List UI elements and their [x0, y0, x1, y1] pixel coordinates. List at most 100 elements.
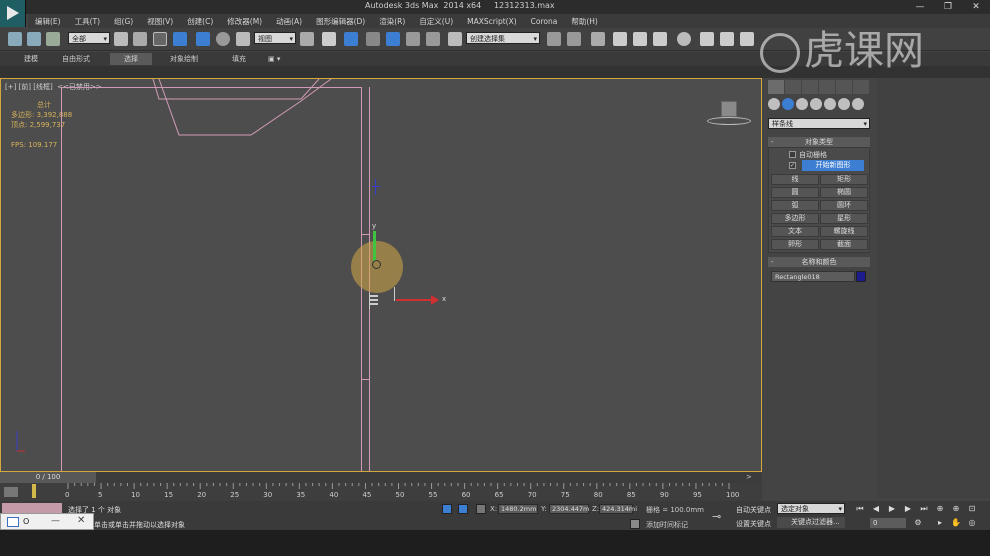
- pan-view-icon[interactable]: ✋: [950, 518, 962, 528]
- add-time-tag-button[interactable]: 添加时间标记: [646, 520, 688, 530]
- scale-icon[interactable]: [236, 32, 250, 46]
- move-icon[interactable]: [196, 32, 210, 46]
- named-selection-dropdown[interactable]: 创建选择集: [466, 32, 540, 45]
- window-crossing-icon[interactable]: [173, 32, 187, 46]
- keyboard-shortcut-toggle-icon[interactable]: [344, 32, 358, 46]
- next-frame-icon[interactable]: ▶: [902, 504, 914, 514]
- circle-button[interactable]: 圆: [771, 187, 819, 198]
- isolate-selection-icon[interactable]: [442, 504, 452, 514]
- key-selection-dropdown[interactable]: 选定对象: [777, 503, 845, 515]
- hierarchy-tab-icon[interactable]: [802, 80, 818, 94]
- snaps-toggle-icon[interactable]: [366, 32, 380, 46]
- tab-object-paint[interactable]: 对象绘制: [164, 53, 204, 65]
- shapes-icon[interactable]: [782, 98, 794, 110]
- lights-icon[interactable]: [796, 98, 808, 110]
- name-color-rollout-header[interactable]: - 名称和颜色: [768, 257, 870, 267]
- curve-editor-icon[interactable]: [633, 32, 647, 46]
- menu-group[interactable]: 组(G): [107, 16, 140, 27]
- time-slider-thumb[interactable]: 0 / 100: [0, 472, 96, 483]
- select-by-name-icon[interactable]: [133, 32, 147, 46]
- ribbon-options-icon[interactable]: ▣ ▾: [262, 53, 286, 65]
- viewcube-cube-icon[interactable]: [721, 101, 737, 117]
- menu-corona[interactable]: Corona: [524, 17, 565, 26]
- percent-snap-icon[interactable]: [406, 32, 420, 46]
- edit-named-sets-icon[interactable]: [448, 32, 462, 46]
- menu-views[interactable]: 视图(V): [140, 16, 180, 27]
- motion-tab-icon[interactable]: [819, 80, 835, 94]
- modify-tab-icon[interactable]: [785, 80, 801, 94]
- orbit-icon[interactable]: ◎: [966, 518, 978, 528]
- select-link-icon[interactable]: [8, 32, 22, 46]
- graphite-toggle-icon[interactable]: [613, 32, 627, 46]
- helpers-icon[interactable]: [824, 98, 836, 110]
- play-icon[interactable]: ▶: [886, 504, 898, 514]
- render-setup-icon[interactable]: [700, 32, 714, 46]
- object-type-rollout-header[interactable]: - 对象类型: [768, 137, 870, 147]
- menu-edit[interactable]: 编辑(E): [28, 16, 68, 27]
- display-tab-icon[interactable]: [836, 80, 852, 94]
- zoom-extents-icon[interactable]: ⊡: [966, 504, 978, 514]
- gizmo-y-axis[interactable]: [373, 231, 376, 261]
- go-to-end-icon[interactable]: ⏭: [918, 504, 930, 514]
- floating-window[interactable]: O — ✕: [0, 513, 94, 530]
- mirror-icon[interactable]: [547, 32, 561, 46]
- tab-selection[interactable]: 选择: [110, 53, 152, 65]
- select-object-icon[interactable]: [114, 32, 128, 46]
- geometry-icon[interactable]: [768, 98, 780, 110]
- menu-animation[interactable]: 动画(A): [269, 16, 309, 27]
- gizmo-x-axis[interactable]: [396, 295, 439, 305]
- floating-minimize-icon[interactable]: —: [51, 516, 60, 526]
- viewcube[interactable]: [707, 101, 751, 129]
- text-button[interactable]: 文本: [771, 226, 819, 237]
- rectangle-button[interactable]: 矩形: [820, 174, 868, 185]
- create-tab-icon[interactable]: [768, 80, 784, 94]
- start-new-shape-button[interactable]: 开始新图形: [802, 160, 864, 171]
- menu-graph-editors[interactable]: 图形编辑器(D): [309, 16, 372, 27]
- layer-manager-icon[interactable]: [591, 32, 605, 46]
- rotate-icon[interactable]: [216, 32, 230, 46]
- selection-filter-dropdown[interactable]: 全部: [68, 32, 110, 45]
- menu-help[interactable]: 帮助(H): [564, 16, 605, 27]
- time-config-icon[interactable]: ⚙: [912, 518, 924, 528]
- schematic-view-icon[interactable]: [653, 32, 667, 46]
- object-color-swatch[interactable]: [856, 271, 866, 282]
- tab-populate[interactable]: 填充: [226, 53, 252, 65]
- menu-customize[interactable]: 自定义(U): [412, 16, 460, 27]
- shape-category-dropdown[interactable]: 样条线: [768, 118, 870, 130]
- zoom-all-icon[interactable]: ⊕: [950, 504, 962, 514]
- tab-modeling[interactable]: 建模: [18, 53, 44, 65]
- spinner-snap-icon[interactable]: [426, 32, 440, 46]
- app-logo-icon[interactable]: [0, 0, 26, 27]
- set-key-button[interactable]: 设置关键点: [736, 519, 771, 529]
- rendered-frame-icon[interactable]: [720, 32, 734, 46]
- key-filters-button[interactable]: 关键点过滤器...: [777, 517, 845, 528]
- zoom-icon[interactable]: ⊕: [934, 504, 946, 514]
- time-tag-icon[interactable]: [630, 519, 640, 529]
- select-manipulate-icon[interactable]: [322, 32, 336, 46]
- absolute-transform-icon[interactable]: [476, 504, 486, 514]
- field-of-view-icon[interactable]: ▸: [934, 518, 946, 528]
- auto-key-button[interactable]: 自动关键点: [736, 505, 771, 515]
- gizmo-center[interactable]: [372, 260, 381, 269]
- helix-button[interactable]: 螺旋线: [820, 226, 868, 237]
- systems-icon[interactable]: [852, 98, 864, 110]
- arc-button[interactable]: 弧: [771, 200, 819, 211]
- space-warps-icon[interactable]: [838, 98, 850, 110]
- time-slider-next-icon[interactable]: >: [746, 473, 752, 481]
- unlink-icon[interactable]: [27, 32, 41, 46]
- star-button[interactable]: 星形: [820, 213, 868, 224]
- menu-modifiers[interactable]: 修改器(M): [220, 16, 269, 27]
- material-editor-icon[interactable]: [677, 32, 691, 46]
- auto-grid-checkbox[interactable]: 自动栅格: [789, 150, 827, 160]
- current-frame-field[interactable]: 0: [870, 518, 906, 528]
- set-key-icon[interactable]: ⊸: [712, 510, 721, 523]
- bind-space-warp-icon[interactable]: [46, 32, 60, 46]
- selection-lock-icon[interactable]: [458, 504, 468, 514]
- donut-button[interactable]: 圆环: [820, 200, 868, 211]
- render-production-icon[interactable]: [740, 32, 754, 46]
- previous-frame-icon[interactable]: ◀: [870, 504, 882, 514]
- reference-coord-dropdown[interactable]: 视图: [254, 32, 296, 45]
- object-name-field[interactable]: Rectangle018: [771, 271, 855, 282]
- maximize-button[interactable]: ❐: [934, 0, 962, 14]
- viewcube-compass-ring[interactable]: [707, 117, 751, 125]
